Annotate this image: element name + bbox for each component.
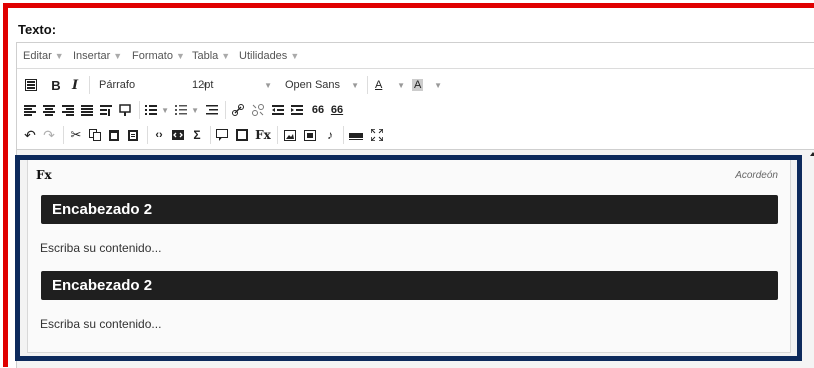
undo-icon[interactable]: ↶ bbox=[23, 125, 37, 145]
comment-icon[interactable] bbox=[118, 100, 132, 120]
accordion-body-1[interactable]: Escriba su contenido... bbox=[40, 241, 161, 255]
numbered-list-button[interactable]: ▼ bbox=[175, 100, 199, 120]
html-icon[interactable] bbox=[348, 125, 364, 145]
menu-utilidades[interactable]: Utilidades ▼ bbox=[239, 50, 299, 62]
indent-decrease-icon[interactable] bbox=[271, 100, 285, 120]
chevron-down-icon: ▼ bbox=[397, 80, 405, 90]
toolbar-divider bbox=[210, 126, 211, 144]
toolbar-divider bbox=[225, 101, 226, 119]
align-right-icon[interactable] bbox=[61, 100, 75, 120]
source-code-icon[interactable] bbox=[171, 125, 185, 145]
menu-insertar[interactable]: Insertar ▼ bbox=[73, 50, 122, 62]
chevron-down-icon: ▼ bbox=[290, 51, 300, 61]
bullet-list-button[interactable]: ▼ bbox=[145, 100, 169, 120]
accordion-heading-1[interactable]: Encabezado 2 bbox=[41, 195, 778, 224]
scroll-up-arrow-icon[interactable] bbox=[810, 152, 814, 156]
blockquote-button[interactable]: 66 bbox=[311, 100, 325, 120]
menu-formato[interactable]: Formato ▼ bbox=[132, 50, 185, 62]
toolbar-divider bbox=[63, 126, 64, 144]
font-family-select[interactable]: Open Sans ▼ bbox=[285, 75, 359, 95]
formula-icon[interactable]: Fx bbox=[36, 168, 52, 182]
chevron-down-icon: ▼ bbox=[175, 51, 185, 61]
toolbar-divider bbox=[277, 126, 278, 144]
music-icon[interactable]: ♪ bbox=[323, 125, 337, 145]
accordion-heading-2[interactable]: Encabezado 2 bbox=[41, 271, 778, 300]
toolbar-divider bbox=[139, 101, 140, 119]
accordion-type-label: Acordeón bbox=[735, 170, 778, 181]
redo-icon[interactable]: ↷ bbox=[42, 125, 56, 145]
paragraph-format-icon[interactable] bbox=[99, 100, 113, 120]
sigma-button[interactable]: Σ bbox=[190, 125, 204, 145]
chevron-down-icon: ▼ bbox=[54, 51, 64, 61]
paste-text-icon[interactable] bbox=[126, 125, 140, 145]
chevron-down-icon: ▼ bbox=[351, 80, 359, 90]
bullet-list-icon bbox=[145, 104, 157, 115]
chevron-down-icon: ▼ bbox=[113, 51, 123, 61]
chevron-down-icon: ▼ bbox=[221, 51, 231, 61]
cut-icon[interactable]: ✂ bbox=[69, 125, 83, 145]
outdent-list-icon[interactable] bbox=[205, 100, 219, 120]
copy-icon[interactable] bbox=[88, 125, 102, 145]
menu-tabla[interactable]: Tabla ▼ bbox=[192, 50, 230, 62]
unlink-icon[interactable] bbox=[251, 100, 265, 120]
numbered-list-icon bbox=[175, 104, 187, 115]
chevron-down-icon: ▼ bbox=[191, 105, 199, 115]
code-icon[interactable]: ‹› bbox=[152, 125, 166, 145]
accordion-widget[interactable]: Fx Acordeón Encabezado 2 Escriba su cont… bbox=[15, 155, 802, 361]
chevron-down-icon: ▼ bbox=[264, 80, 272, 90]
accordion-body-2[interactable]: Escriba su contenido... bbox=[40, 317, 161, 331]
chevron-down-icon: ▼ bbox=[161, 105, 169, 115]
menubar: Editar ▼ Insertar ▼ Formato ▼ Tabla ▼ Utilid… bbox=[17, 43, 814, 69]
chevron-down-icon: ▼ bbox=[434, 80, 442, 90]
italic-button[interactable]: I bbox=[68, 75, 82, 95]
field-label: Texto: bbox=[18, 22, 57, 37]
quote-style-button[interactable]: 66 bbox=[330, 100, 344, 120]
toolbar-divider bbox=[147, 126, 148, 144]
align-center-icon[interactable] bbox=[42, 100, 56, 120]
bold-button[interactable]: B bbox=[49, 75, 63, 95]
toolbar-divider bbox=[343, 126, 344, 144]
text-color-button[interactable]: A ▼ bbox=[375, 75, 405, 95]
video-icon[interactable] bbox=[303, 125, 317, 145]
align-left-icon[interactable] bbox=[23, 100, 37, 120]
comment-box-icon[interactable] bbox=[215, 125, 229, 145]
image-icon[interactable] bbox=[283, 125, 297, 145]
toolbar-divider bbox=[89, 76, 90, 94]
box-icon[interactable] bbox=[235, 125, 249, 145]
paste-icon[interactable] bbox=[107, 125, 121, 145]
menu-editar[interactable]: Editar ▼ bbox=[23, 50, 64, 62]
fullscreen-icon[interactable] bbox=[370, 125, 384, 145]
indent-increase-icon[interactable] bbox=[290, 100, 304, 120]
toolbar: B I Párrafo▼ 12pt▼ Open Sans▼ A▼ A▼ bbox=[17, 69, 814, 150]
accordion-panel: Fx Acordeón Encabezado 2 Escriba su cont… bbox=[27, 160, 791, 353]
toolbar-divider bbox=[367, 76, 368, 94]
font-size-select[interactable]: 12pt ▼ bbox=[192, 75, 272, 95]
link-icon[interactable] bbox=[231, 100, 245, 120]
background-color-button[interactable]: A ▼ bbox=[412, 75, 442, 95]
keyboard-icon[interactable] bbox=[23, 75, 39, 95]
align-justify-icon[interactable] bbox=[80, 100, 94, 120]
formula-button[interactable]: Fx bbox=[255, 125, 271, 145]
